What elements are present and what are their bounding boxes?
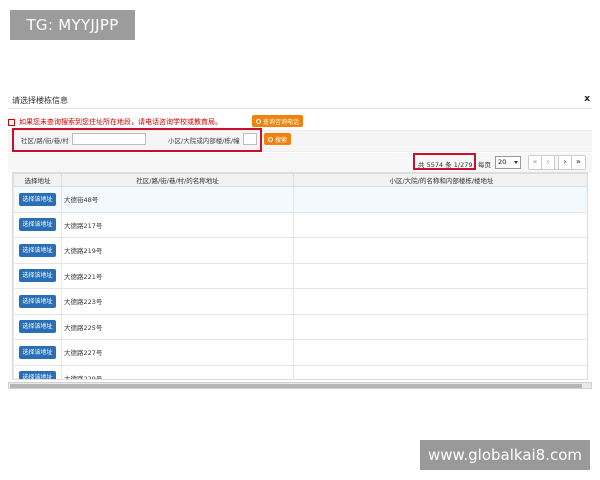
first-page-button[interactable]: «: [529, 156, 542, 169]
community-cell: 大德街48号: [61, 186, 294, 213]
select-building-dialog: 请选择楼栋信息 x 如果您未查询搜索到您住址所在地段，请电话咨询学校或教育局。 …: [8, 90, 592, 390]
table-row: 选择该地址 大德路217号: [13, 211, 587, 238]
header-building: 小区/大院/的名称和内部楼栋/楼地址: [293, 173, 587, 187]
consult-phone-label: 查询咨询电话: [263, 118, 300, 126]
search-icon: [256, 118, 261, 124]
last-page-button[interactable]: »: [572, 156, 585, 169]
community-cell: 大德路221号: [61, 262, 294, 289]
prev-page-button[interactable]: ‹: [542, 156, 555, 169]
building-cell: [293, 237, 587, 264]
page-size-select[interactable]: 20: [495, 156, 521, 169]
next-page-button[interactable]: ›: [559, 156, 572, 169]
community-cell: 大德路223号: [61, 288, 294, 315]
table-row: 选择该地址 大德路225号: [13, 313, 587, 340]
table-row: 选择该地址 大德街48号: [13, 186, 587, 213]
notice: 如果您未查询搜索到您住址所在地段，请电话咨询学校或教育局。: [8, 115, 222, 129]
highlight-box-total: [413, 153, 476, 170]
select-address-button[interactable]: 选择该地址: [19, 294, 56, 308]
search-button[interactable]: 搜索: [264, 133, 292, 145]
notice-checkbox[interactable]: [8, 118, 15, 126]
building-cell: [293, 288, 587, 315]
building-cell: [293, 313, 587, 340]
watermark-bottom: www.globalkai8.com: [420, 440, 590, 470]
search-label: 搜索: [275, 136, 288, 144]
chevron-down-icon: [514, 161, 518, 164]
community-cell: 大德路225号: [61, 313, 294, 340]
building-cell: [293, 186, 587, 213]
select-address-button[interactable]: 选择该地址: [19, 320, 56, 334]
table-row: 选择该地址 大德路227号: [13, 339, 587, 366]
community-cell: 大德路229号: [61, 364, 294, 379]
notice-text: 如果您未查询搜索到您住址所在地段，请电话咨询学校或教育局。: [19, 118, 222, 126]
community-cell: 大德路227号: [61, 339, 294, 366]
select-address-button[interactable]: 选择该地址: [19, 243, 56, 257]
community-cell: 大德路219号: [61, 237, 294, 264]
select-address-button[interactable]: 选择该地址: [19, 345, 56, 359]
address-table: 选择地址 社区/路/街/巷/村/的名称地址 小区/大院/的名称和内部楼栋/楼地址…: [13, 173, 587, 379]
scrollbar-thumb[interactable]: [10, 384, 582, 388]
per-page-label: 每页: [478, 161, 491, 169]
header-select: 选择地址: [13, 173, 62, 187]
page-size-value: 20: [498, 158, 507, 166]
table-row: 选择该地址 大德路223号: [13, 288, 587, 315]
consult-phone-button[interactable]: 查询咨询电话: [252, 115, 304, 127]
search-icon: [268, 136, 273, 142]
building-cell: [293, 339, 587, 366]
highlight-box-filter: [12, 128, 262, 152]
dialog-title: 请选择楼栋信息: [12, 96, 68, 105]
building-cell: [293, 262, 587, 289]
pagination: « ‹ › »: [528, 155, 586, 170]
select-address-button[interactable]: 选择该地址: [19, 269, 56, 283]
title-divider: [8, 108, 592, 109]
address-table-wrap: 选择地址 社区/路/街/巷/村/的名称地址 小区/大院/的名称和内部楼栋/楼地址…: [12, 172, 588, 380]
table-row: 选择该地址 大德路219号: [13, 237, 587, 264]
close-icon[interactable]: x: [584, 94, 590, 104]
building-cell: [293, 364, 587, 379]
select-address-button[interactable]: 选择该地址: [19, 371, 56, 379]
community-cell: 大德路217号: [61, 211, 294, 238]
building-cell: [293, 211, 587, 238]
watermark-top: TG: MYYJJPP: [10, 10, 135, 40]
header-community: 社区/路/街/巷/村/的名称地址: [61, 173, 294, 187]
select-address-button[interactable]: 选择该地址: [19, 192, 56, 206]
select-address-button[interactable]: 选择该地址: [19, 218, 56, 232]
table-row: 选择该地址 大德路221号: [13, 262, 587, 289]
table-row: 选择该地址 大德路229号: [13, 364, 587, 379]
horizontal-scrollbar[interactable]: [8, 382, 592, 389]
